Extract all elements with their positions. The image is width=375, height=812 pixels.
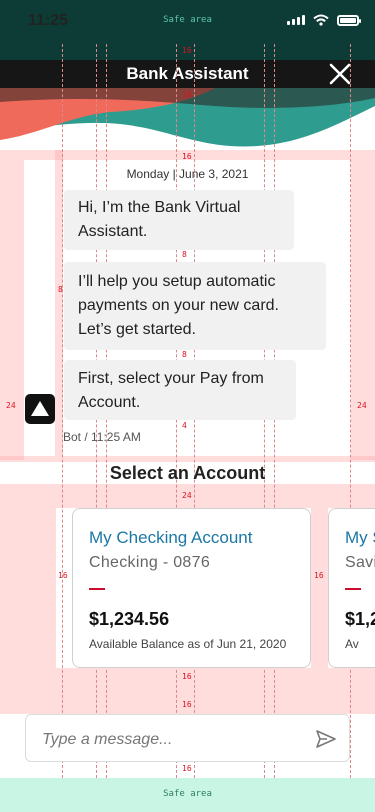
account-divider <box>89 588 105 590</box>
spec-label: 16 <box>182 152 192 161</box>
safe-area-bottom-label: Safe area <box>163 789 212 799</box>
select-account-title: Select an Account <box>109 463 266 483</box>
spacing-guide <box>351 160 375 460</box>
guide-line <box>62 44 63 778</box>
balance-note: Av <box>345 637 359 651</box>
message-line: Account. <box>78 394 141 411</box>
status-icons <box>287 14 361 26</box>
spec-label: 16 <box>182 672 192 681</box>
spec-label: 24 <box>357 401 367 410</box>
spec-label: 8 <box>58 285 63 294</box>
balance-note: Available Balance as of Jun 21, 2020 <box>89 637 287 651</box>
spec-label: 16 <box>314 571 324 580</box>
spec-label: 16 <box>182 46 192 55</box>
wifi-icon <box>313 14 329 26</box>
account-type: Checking - 0876 <box>89 554 211 571</box>
spec-label: 16 <box>182 700 192 709</box>
spec-label: 8 <box>182 250 187 259</box>
message-line: Hi, I’m the Bank Virtual <box>78 199 241 216</box>
spacing-guide <box>0 508 56 668</box>
send-icon[interactable] <box>314 727 338 751</box>
message-line: First, select your Pay from <box>78 370 264 387</box>
spec-label: 8 <box>182 350 187 359</box>
battery-icon <box>337 14 361 26</box>
message-composer <box>25 714 350 762</box>
account-balance: $1,234.56 <box>89 609 170 629</box>
account-name: My Checking Account <box>89 528 253 547</box>
spacing-guide <box>0 456 375 462</box>
message-line: Let’s get started. <box>78 321 196 338</box>
triangle-icon <box>31 401 49 416</box>
chat-date: Monday | June 3, 2021 <box>126 167 249 181</box>
account-balance: $1,2 <box>345 609 375 629</box>
spec-label: 16 <box>58 571 68 580</box>
message-meta: Bot / 11:25 AM <box>63 430 141 444</box>
spec-label: 24 <box>182 491 192 500</box>
account-card[interactable]: My Checking Account Checking - 0876 $1,2… <box>72 508 311 668</box>
message-line: payments on your new card. <box>78 297 279 314</box>
message-line: Assistant. <box>78 223 148 240</box>
message-line: I’ll help you setup automatic <box>78 273 276 290</box>
account-card[interactable]: My S Savi $1,2 Av <box>328 508 375 668</box>
spec-label: 16 <box>182 764 192 773</box>
bot-message: Hi, I’m the Bank Virtual Assistant. <box>64 190 294 250</box>
spec-label: 16 <box>182 90 192 99</box>
header-title: Bank Assistant <box>126 64 249 83</box>
message-input[interactable] <box>40 727 304 753</box>
spec-label: 4 <box>182 421 187 430</box>
account-type: Savi <box>345 554 375 571</box>
bot-message: I’ll help you setup automatic payments o… <box>64 262 326 350</box>
signal-icon <box>287 15 305 25</box>
spec-label: 24 <box>6 401 16 410</box>
account-name: My S <box>345 528 375 547</box>
spacing-guide <box>0 160 24 460</box>
bot-message: First, select your Pay from Account. <box>64 360 296 420</box>
bot-avatar <box>25 394 55 424</box>
account-divider <box>345 588 361 590</box>
spacing-guide <box>311 508 328 668</box>
